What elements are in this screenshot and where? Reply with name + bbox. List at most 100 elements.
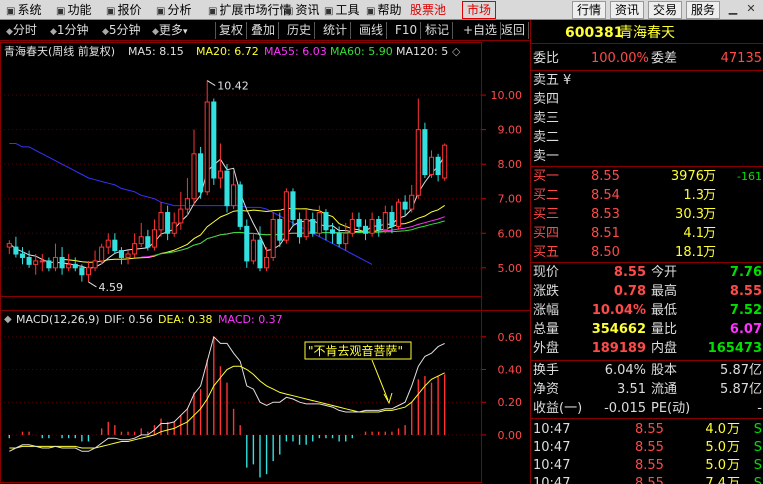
back-button[interactable]: 返回 [498, 22, 530, 39]
restore-rights-button[interactable]: 复权 [215, 22, 248, 39]
menu-function[interactable]: ▣ 功能 [56, 2, 91, 18]
candle-body [99, 246, 105, 262]
menu-stock-pool[interactable]: 股票池 [410, 2, 446, 18]
candle-body [105, 239, 111, 248]
history-button[interactable]: 历史 [284, 22, 316, 39]
close-icon[interactable]: ✕ [744, 2, 758, 16]
candle-body [224, 170, 230, 207]
news-button[interactable]: 资讯 [610, 1, 645, 19]
candle-body [132, 243, 138, 255]
price-tick-label: 5.00 [498, 262, 523, 275]
candle-body [85, 267, 92, 276]
dea-legend-name: DEA [158, 313, 181, 326]
menu-extended-market[interactable]: ▣ 扩展市场行情 [208, 2, 291, 18]
tick-direction: S [753, 422, 762, 437]
minimize-icon[interactable]: ▁ [726, 2, 740, 16]
service-button[interactable]: 服务 [686, 1, 721, 19]
trade-button[interactable]: 交易 [648, 1, 683, 19]
ma20-legend-name: MA20 [196, 45, 227, 58]
ma55-legend-value: 6.03 [302, 45, 327, 58]
price-tick-label: 6.00 [498, 227, 523, 240]
legend-settings-icon[interactable]: ◇ [452, 45, 461, 58]
candle-body [6, 243, 12, 248]
tick-unit: 万 [727, 422, 741, 437]
tab-1min[interactable]: ◆1分钟 [50, 22, 89, 39]
stat-row: 涨跌 0.78 最高 8.55 [531, 283, 763, 301]
candle-body [46, 260, 52, 269]
fund-value: 5.87亿 [720, 382, 762, 397]
ma60-legend: MA60: 5.90 [330, 45, 393, 58]
sell-row: 卖二 [531, 129, 763, 147]
candle-body [112, 239, 118, 252]
stat-value: 354662 [591, 322, 646, 337]
candle-body [422, 129, 428, 176]
f10-button[interactable]: F10 [392, 22, 422, 39]
annotation-arrow-icon [383, 392, 393, 405]
tab-intraday[interactable]: ◆分时 [6, 22, 37, 39]
menu-system[interactable]: ▣ 系统 [6, 2, 41, 18]
fund-value: -0.015 [604, 401, 646, 416]
sell-label: 卖三 [533, 111, 560, 126]
menu-quotes[interactable]: ▣ 报价 [106, 2, 141, 18]
menu-analysis[interactable]: ▣ 分析 [156, 2, 191, 18]
chart-area[interactable]: 10.00 9.00 8.00 7.00 6.00 5.00 青海春天(周线 前复权) M… [0, 42, 530, 484]
macd-legend-value: 0.37 [258, 313, 283, 326]
dif-legend: DIF: 0.56 [104, 313, 153, 326]
buy-unit: 万 [703, 207, 717, 222]
extended-market-icon: ▣ [208, 6, 218, 17]
candle-body [297, 218, 303, 238]
menu-bar: ▣ 系统 ▣ 功能 ▣ 报价 ▣ 分析 ▣ 扩展市场行情 ▣ 资讯 ▣ 工具 ▣ 帮助 股票池 … [0, 0, 763, 20]
buy-volume: 30.3 [675, 207, 704, 222]
tick-volume: 5.0 [705, 440, 726, 455]
stat-label: 现价 [533, 265, 560, 280]
ma5-legend: MA5: 8.15 [128, 45, 184, 58]
weibi-label: 委比 [533, 51, 560, 66]
candle-body [145, 236, 151, 248]
tick-row: 10:47 8.55 4.0 万 S [531, 421, 763, 439]
chart-frame [0, 42, 482, 483]
fund-label: 流通 [651, 382, 678, 397]
high-price-leader [206, 80, 216, 87]
buy-price: 8.51 [591, 226, 620, 241]
menu-help[interactable]: ▣ 帮助 [366, 2, 401, 18]
buy-label: 买四 [533, 226, 560, 241]
candle-body [343, 232, 349, 245]
tab-more[interactable]: ◆更多▾ [152, 22, 187, 39]
overlay-button[interactable]: 叠加 [248, 22, 280, 39]
annotation-button[interactable]: 标记 [422, 22, 454, 39]
stat-label: 外盘 [533, 341, 560, 356]
stat-value: 189189 [591, 341, 646, 356]
weicha-label: 委差 [651, 51, 678, 66]
separator [531, 70, 763, 71]
buy-price: 8.55 [591, 169, 620, 184]
candle-body [13, 246, 19, 255]
candle-body [204, 101, 210, 193]
draw-line-button[interactable]: 画线 [356, 22, 388, 39]
quote-button[interactable]: 行情 [572, 1, 607, 19]
statistics-button[interactable]: 统计 [320, 22, 352, 39]
chart-title: 青海春天(周线 前复权) [4, 44, 115, 58]
candle-body [409, 194, 415, 210]
menu-market[interactable]: 市场 [462, 1, 497, 19]
menu-news[interactable]: ▣ 资讯 [284, 2, 319, 18]
menu-tools[interactable]: ▣ 工具 [324, 2, 359, 18]
add-watchlist-button[interactable]: +自选 [460, 22, 502, 39]
candle-body [442, 144, 448, 179]
more-chevron-icon: ▾ [182, 27, 188, 37]
candle-body [330, 229, 336, 234]
tick-unit: 万 [727, 440, 741, 455]
fund-row: 换手 6.04% 股本 5.87亿 [531, 362, 763, 380]
candle-body [171, 222, 177, 234]
macd-settings-icon[interactable]: ◆ [4, 314, 12, 325]
price-tick-label: 10.00 [491, 89, 523, 102]
candle-body [402, 201, 408, 210]
weibi-value: 100.00% [591, 51, 649, 66]
macd-tick-label: 0.20 [498, 396, 523, 409]
candle-body [316, 212, 322, 234]
tab-5min[interactable]: ◆5分钟 [102, 22, 141, 39]
stat-label: 最低 [651, 303, 678, 318]
buy-change: -161 [737, 170, 762, 183]
candle-body [231, 184, 237, 207]
candle-body [79, 267, 85, 276]
stat-label: 最高 [651, 284, 678, 299]
